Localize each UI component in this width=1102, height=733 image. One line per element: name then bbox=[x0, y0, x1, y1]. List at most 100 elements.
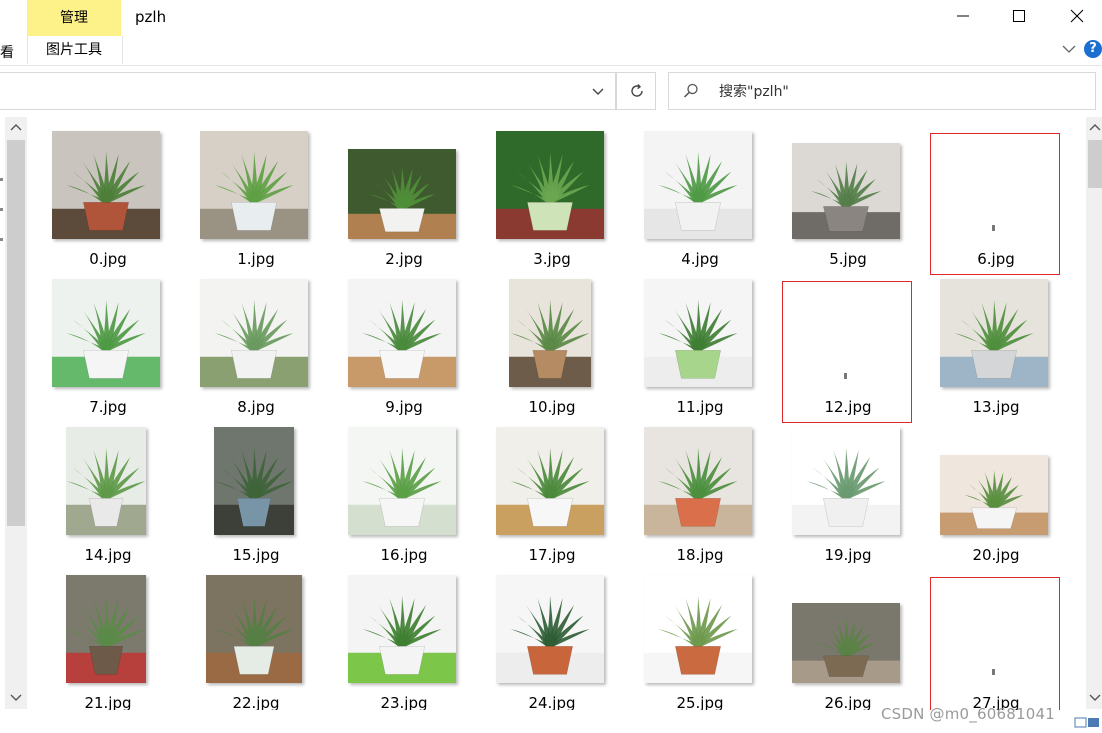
selection-highlight bbox=[930, 577, 1060, 710]
file-item[interactable]: 26.jpg bbox=[780, 568, 916, 710]
file-item[interactable]: 15.jpg bbox=[188, 420, 324, 564]
file-thumbnail bbox=[792, 143, 900, 239]
file-thumbnail-area bbox=[188, 124, 324, 248]
file-thumbnail bbox=[200, 279, 308, 387]
file-name-label: 5.jpg bbox=[829, 250, 867, 268]
ribbon-expand-chevron-icon[interactable] bbox=[1060, 40, 1078, 58]
file-name-label: 21.jpg bbox=[84, 694, 132, 710]
address-history-chevron-icon[interactable] bbox=[589, 82, 607, 100]
file-item[interactable]: 10.jpg bbox=[484, 272, 620, 416]
file-thumbnail bbox=[52, 131, 160, 239]
selection-highlight bbox=[930, 133, 1060, 275]
file-item[interactable]: 13.jpg bbox=[928, 272, 1064, 416]
file-thumbnail-area bbox=[40, 124, 176, 248]
maximize-icon bbox=[1013, 10, 1025, 22]
scroll-down-icon[interactable] bbox=[1088, 690, 1102, 704]
file-name-label: 2.jpg bbox=[385, 250, 423, 268]
file-thumbnail-area bbox=[336, 420, 472, 544]
file-thumbnail bbox=[206, 575, 302, 683]
file-thumbnail bbox=[496, 575, 604, 683]
file-item[interactable]: 20.jpg bbox=[928, 420, 1064, 564]
minimize-button[interactable] bbox=[934, 0, 992, 32]
help-icon[interactable]: ? bbox=[1084, 40, 1102, 58]
file-item[interactable]: 3.jpg bbox=[484, 124, 620, 268]
ribbon-tab-manage[interactable]: 管理 bbox=[27, 0, 121, 36]
file-thumbnail bbox=[644, 427, 752, 535]
file-item[interactable]: 4.jpg bbox=[632, 124, 768, 268]
file-thumbnail-area bbox=[336, 568, 472, 692]
ribbon-tab-picture-tools[interactable]: 图片工具 bbox=[27, 36, 121, 64]
ribbon-tab-view-partial[interactable]: 看 bbox=[0, 42, 14, 62]
file-item[interactable]: 27.jpg bbox=[928, 568, 1064, 710]
file-thumbnail bbox=[66, 575, 146, 683]
file-item[interactable]: 23.jpg bbox=[336, 568, 472, 710]
file-item[interactable]: 2.jpg bbox=[336, 124, 472, 268]
scroll-up-icon[interactable] bbox=[1088, 121, 1102, 135]
file-name-label: 16.jpg bbox=[380, 546, 428, 564]
file-item[interactable]: 25.jpg bbox=[632, 568, 768, 710]
file-name-label: 9.jpg bbox=[385, 398, 423, 416]
search-icon bbox=[683, 83, 698, 98]
file-item[interactable]: 24.jpg bbox=[484, 568, 620, 710]
file-item[interactable]: 18.jpg bbox=[632, 420, 768, 564]
file-thumbnail bbox=[348, 279, 456, 387]
search-input[interactable]: 搜索"pzlh" bbox=[719, 81, 789, 101]
file-item[interactable]: 11.jpg bbox=[632, 272, 768, 416]
nav-scroll-up-icon[interactable] bbox=[8, 121, 24, 135]
file-thumbnail-area bbox=[780, 124, 916, 248]
close-button[interactable] bbox=[1048, 0, 1102, 32]
file-thumbnail-area bbox=[484, 272, 620, 396]
file-thumbnail-area bbox=[484, 420, 620, 544]
file-item[interactable]: 5.jpg bbox=[780, 124, 916, 268]
file-item[interactable]: 8.jpg bbox=[188, 272, 324, 416]
file-thumbnail bbox=[792, 427, 900, 535]
file-name-label: 22.jpg bbox=[232, 694, 280, 710]
file-name-label: 10.jpg bbox=[528, 398, 576, 416]
file-thumbnail-area bbox=[632, 568, 768, 692]
file-item[interactable]: 22.jpg bbox=[188, 568, 324, 710]
title-bar: 看 管理 图片工具 pzlh ? bbox=[0, 0, 1102, 64]
file-thumbnail-area bbox=[632, 272, 768, 396]
file-name-label: 8.jpg bbox=[237, 398, 275, 416]
file-item[interactable]: 12.jpg bbox=[780, 272, 916, 423]
file-item[interactable]: 7.jpg bbox=[40, 272, 176, 416]
content-scroll-thumb[interactable] bbox=[1088, 140, 1102, 188]
file-name-label: 3.jpg bbox=[533, 250, 571, 268]
file-thumbnail bbox=[644, 279, 752, 387]
file-thumbnail bbox=[52, 279, 160, 387]
file-item[interactable]: 16.jpg bbox=[336, 420, 472, 564]
nav-tree-marker bbox=[0, 178, 3, 181]
file-item[interactable]: 9.jpg bbox=[336, 272, 472, 416]
file-name-label: 0.jpg bbox=[89, 250, 127, 268]
file-name-label: 15.jpg bbox=[232, 546, 280, 564]
file-item[interactable]: 14.jpg bbox=[40, 420, 176, 564]
refresh-button[interactable] bbox=[616, 72, 656, 110]
maximize-button[interactable] bbox=[990, 0, 1048, 32]
nav-pane-scroll-thumb[interactable] bbox=[7, 140, 25, 526]
file-thumbnail-area bbox=[632, 420, 768, 544]
nav-scroll-down-icon[interactable] bbox=[8, 690, 24, 704]
ribbon-divider bbox=[0, 65, 1102, 66]
file-name-label: 7.jpg bbox=[89, 398, 127, 416]
file-item[interactable]: 6.jpg bbox=[928, 124, 1064, 275]
file-thumbnail-area bbox=[484, 124, 620, 248]
file-name-label: 11.jpg bbox=[676, 398, 724, 416]
file-item[interactable]: 21.jpg bbox=[40, 568, 176, 710]
window-title: pzlh bbox=[135, 8, 167, 26]
file-thumbnail-area bbox=[40, 420, 176, 544]
file-name-label: 18.jpg bbox=[676, 546, 724, 564]
content-scrollbar[interactable] bbox=[1086, 117, 1102, 709]
file-thumbnail-area bbox=[632, 124, 768, 248]
nav-tree-marker bbox=[0, 208, 3, 211]
file-item[interactable]: 1.jpg bbox=[188, 124, 324, 268]
file-thumbnail bbox=[940, 279, 1048, 387]
address-bar[interactable] bbox=[0, 72, 616, 110]
file-item[interactable]: 17.jpg bbox=[484, 420, 620, 564]
watermark-text: CSDN @m0_60681041 bbox=[881, 705, 1055, 723]
view-mode-icon[interactable] bbox=[1072, 712, 1102, 733]
file-item[interactable]: 19.jpg bbox=[780, 420, 916, 564]
file-thumbnail bbox=[348, 575, 456, 683]
file-name-label: 14.jpg bbox=[84, 546, 132, 564]
file-thumbnail bbox=[66, 427, 146, 535]
file-item[interactable]: 0.jpg bbox=[40, 124, 176, 268]
